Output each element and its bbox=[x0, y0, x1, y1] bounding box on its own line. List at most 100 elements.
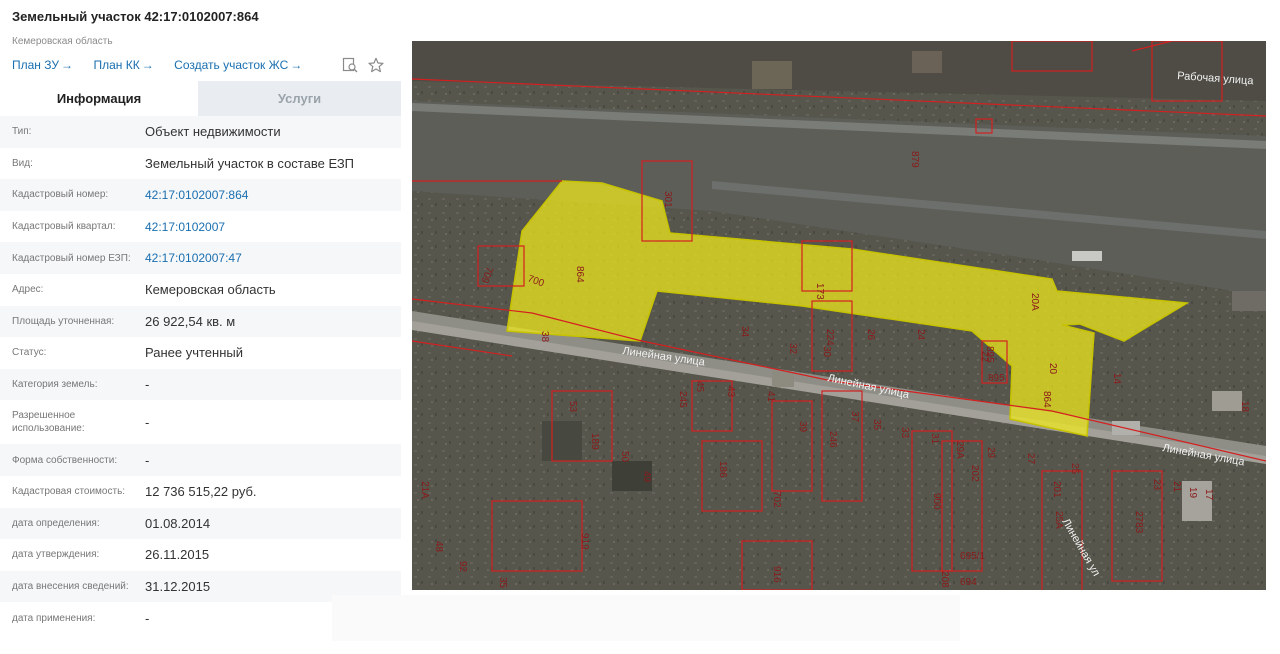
parcel-label: 48 bbox=[433, 541, 444, 553]
ezp-number-link[interactable]: 42:17:0102007:47 bbox=[145, 251, 401, 265]
info-value: Земельный участок в составе ЕЗП bbox=[145, 155, 355, 171]
parcel-label: 35 bbox=[497, 577, 508, 589]
parcel-label: 173 bbox=[814, 283, 825, 300]
parcel-label: 186 bbox=[717, 461, 728, 478]
page-title: Земельный участок 42:17:0102007:864 bbox=[12, 9, 259, 24]
parcel-label: 39 bbox=[797, 421, 808, 433]
info-row-status: Статус: Ранее учтенный bbox=[0, 337, 401, 369]
parcel-label: 32 bbox=[787, 343, 798, 355]
info-row-address: Адрес: Кемеровская область bbox=[0, 273, 401, 306]
parcel-label: 20 bbox=[1047, 363, 1058, 375]
info-value: 01.08.2014 bbox=[145, 515, 211, 531]
cadastral-map[interactable]: 864 700 38 709 301 879 173 224 20А 895 8… bbox=[412, 41, 1266, 590]
info-row-determination-date: дата определения: 01.08.2014 bbox=[0, 507, 401, 540]
info-label: Кадастровый номер ЕЗП: bbox=[12, 252, 131, 264]
parcel-label: 879 bbox=[909, 151, 920, 168]
parcel-label: 14 bbox=[1111, 373, 1122, 385]
parcel-label: 29А bbox=[954, 441, 965, 459]
info-row-cadastral-number: Кадастровый номер: 42:17:0102007:864 bbox=[0, 179, 401, 211]
map-bottom-shadow bbox=[332, 595, 960, 641]
parcel-label: 25 bbox=[1069, 463, 1080, 475]
info-label: дата определения: bbox=[12, 517, 100, 529]
parcel-label: 202 bbox=[969, 465, 980, 482]
page-subtitle: Кемеровская область bbox=[12, 36, 113, 47]
info-value: - bbox=[145, 452, 150, 468]
info-label: дата утверждения: bbox=[12, 549, 100, 561]
parcel-label: 24 bbox=[915, 329, 926, 341]
info-row-approval-date: дата утверждения: 26.11.2015 bbox=[0, 539, 401, 571]
info-value: 31.12.2015 bbox=[145, 579, 211, 595]
tab-information[interactable]: Информация bbox=[0, 81, 198, 116]
parcel-label: 224 bbox=[824, 329, 835, 346]
star-icon[interactable] bbox=[368, 57, 384, 73]
parcel-label: 35 bbox=[871, 419, 882, 431]
info-value: 12 736 515,22 руб. bbox=[145, 484, 257, 500]
parcel-label: 43 bbox=[725, 386, 736, 398]
parcel-label: 26 bbox=[865, 329, 876, 341]
plan-zu-link[interactable]: План ЗУ → bbox=[12, 58, 73, 72]
parcel-label: 900 bbox=[931, 493, 942, 510]
info-label: Кадастровая стоимость: bbox=[12, 486, 126, 498]
info-label: Площадь уточненная: bbox=[12, 315, 115, 327]
parcel-label: 301 bbox=[662, 191, 673, 208]
info-label: Кадастровый квартал: bbox=[12, 221, 116, 233]
action-links: План ЗУ → План КК → Создать участок ЖС → bbox=[12, 56, 402, 74]
info-label: Тип: bbox=[12, 126, 32, 138]
info-label: Форма собственности: bbox=[12, 454, 118, 466]
info-row-land-category: Категория земель: - bbox=[0, 368, 401, 401]
info-value: - bbox=[145, 377, 150, 393]
info-value: Объект недвижимости bbox=[145, 124, 281, 140]
parcel-label: 2783 bbox=[1133, 511, 1144, 534]
parcel-label: 864 bbox=[1041, 391, 1052, 408]
info-label: дата внесения сведений: bbox=[12, 581, 129, 593]
info-label: Адрес: bbox=[12, 284, 44, 296]
map-search-icon[interactable] bbox=[342, 57, 358, 73]
plan-kk-link[interactable]: План КК → bbox=[93, 58, 153, 72]
info-row-permitted-use: Разрешенное использование: - bbox=[0, 400, 401, 445]
info-label: Вид: bbox=[12, 157, 33, 169]
info-label: дата применения: bbox=[12, 612, 96, 624]
info-row-type: Тип: Объект недвижимости bbox=[0, 116, 401, 148]
parcel-label: 33 bbox=[899, 427, 910, 439]
parcel-label: 45 bbox=[694, 381, 705, 393]
info-row-area: Площадь уточненная: 26 922,54 кв. м bbox=[0, 305, 401, 338]
parcel-label: 27 bbox=[1025, 453, 1036, 465]
tab-services[interactable]: Услуги bbox=[198, 81, 401, 116]
parcel-label: 919 bbox=[579, 533, 590, 550]
parcel-label: 22 bbox=[979, 351, 990, 363]
parcel-label: 702 bbox=[771, 491, 782, 508]
parcel-label: 29 bbox=[985, 447, 996, 459]
info-row-cadastral-quarter: Кадастровый квартал: 42:17:0102007 bbox=[0, 210, 401, 243]
cadastral-number-link[interactable]: 42:17:0102007:864 bbox=[145, 188, 401, 202]
parcel-label: 208 bbox=[939, 571, 950, 588]
info-value: Кемеровская область bbox=[145, 282, 276, 298]
cadastral-quarter-link[interactable]: 42:17:0102007 bbox=[145, 220, 401, 234]
parcel-label: 50 bbox=[619, 451, 630, 463]
tool-icons bbox=[342, 56, 384, 74]
info-label: Статус: bbox=[12, 347, 47, 359]
parcel-label: 695/1 bbox=[960, 551, 985, 562]
info-label: Разрешенное использование: bbox=[12, 410, 85, 435]
parcel-label: 38 bbox=[539, 331, 550, 343]
info-table: Тип: Объект недвижимости Вид: Земельный … bbox=[0, 116, 401, 634]
info-label: Кадастровый номер: bbox=[12, 189, 109, 201]
tab-bar: Информация Услуги bbox=[0, 81, 401, 116]
satellite-map-image: 864 700 38 709 301 879 173 224 20А 895 8… bbox=[412, 41, 1266, 590]
info-label: Категория земель: bbox=[12, 379, 98, 391]
parcel-label: 189 bbox=[589, 433, 600, 450]
parcel-label: 19 bbox=[1187, 487, 1198, 499]
info-value: Ранее учтенный bbox=[145, 345, 243, 361]
parcel-label: 201 bbox=[1051, 481, 1062, 498]
parcel-label: 21А bbox=[419, 481, 430, 499]
parcel-label: 37 bbox=[849, 411, 860, 423]
info-value: - bbox=[145, 414, 150, 430]
info-row-kind: Вид: Земельный участок в составе ЕЗП bbox=[0, 147, 401, 180]
parcel-label: 864 bbox=[574, 266, 585, 283]
create-parcel-link[interactable]: Создать участок ЖС → bbox=[174, 58, 302, 72]
page-header: Земельный участок 42:17:0102007:864 Кеме… bbox=[12, 8, 402, 47]
parcel-label: 916 bbox=[771, 566, 782, 583]
info-value: 26.11.2015 bbox=[145, 547, 210, 563]
parcel-label: 41 bbox=[765, 391, 776, 403]
parcel-label: 31 bbox=[929, 433, 940, 445]
parcel-label: 17 bbox=[1203, 489, 1214, 501]
